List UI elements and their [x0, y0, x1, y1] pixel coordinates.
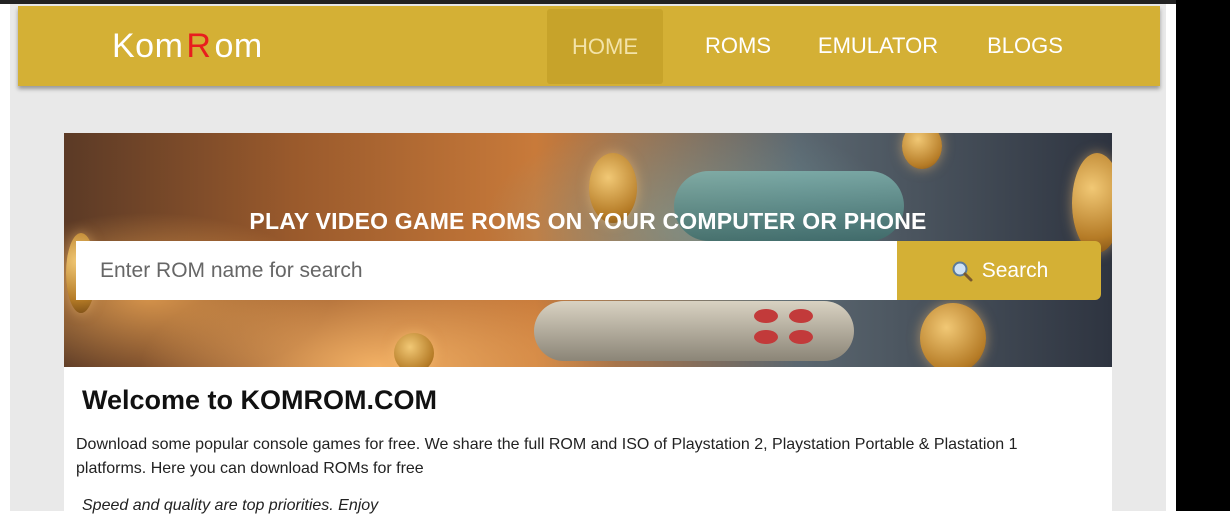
nav-item-roms[interactable]: ROMS: [690, 6, 786, 86]
coin-decoration: [394, 333, 434, 367]
welcome-section: Welcome to KOMROM.COM Download some popu…: [64, 367, 1112, 514]
logo-text-highlight: R: [186, 27, 212, 65]
magnifier-icon: [952, 261, 973, 281]
tagline-text: Speed and quality are top priorities. En…: [82, 497, 379, 514]
site-logo[interactable]: KomRom: [112, 24, 263, 68]
search-button[interactable]: Search: [897, 241, 1101, 300]
right-edge-panel: [1176, 0, 1230, 511]
intro-paragraph: Download some popular console games for …: [76, 436, 1018, 477]
gamepad-button-decoration: [789, 330, 813, 344]
gamepad-button-decoration: [754, 309, 778, 323]
nav-item-blogs[interactable]: BLOGS: [978, 6, 1072, 86]
welcome-heading: Welcome to KOMROM.COM: [82, 385, 438, 415]
top-edge-strip: [0, 0, 1180, 4]
gamepad-button-decoration: [754, 330, 778, 344]
logo-text-suffix: om: [214, 27, 263, 65]
coin-decoration: [920, 303, 986, 367]
logo-text-prefix: Kom: [112, 27, 184, 65]
nav-item-emulator[interactable]: EMULATOR: [808, 6, 948, 86]
nav-item-home[interactable]: HOME: [547, 9, 663, 84]
search-button-label: Search: [981, 258, 1049, 282]
rom-search-input[interactable]: [76, 241, 898, 300]
hero-banner: PLAY VIDEO GAME ROMS ON YOUR COMPUTER OR…: [64, 133, 1112, 367]
hero-title: PLAY VIDEO GAME ROMS ON YOUR COMPUTER OR…: [249, 208, 927, 235]
main-navbar: KomRom HOME ROMS EMULATOR BLOGS: [18, 6, 1160, 86]
gamepad-button-decoration: [789, 309, 813, 323]
